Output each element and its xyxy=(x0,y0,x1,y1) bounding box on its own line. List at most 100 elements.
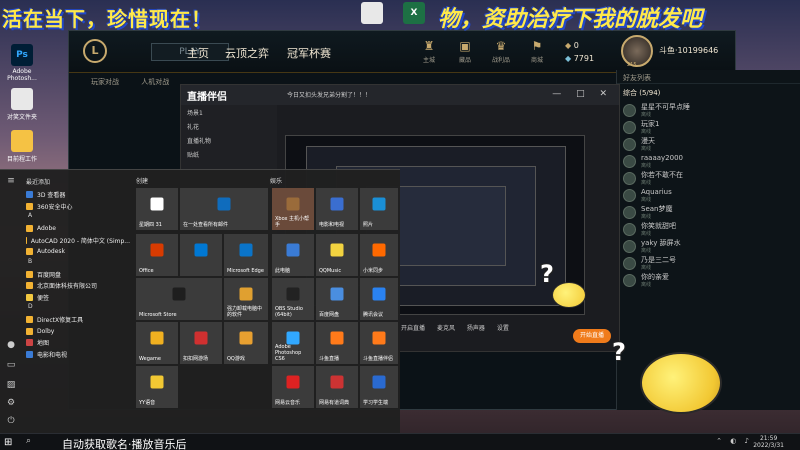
start-tile[interactable]: 学习学生端 xyxy=(360,366,398,408)
picture-icon[interactable]: ▨ xyxy=(0,380,22,400)
store-icon: ⚑ xyxy=(531,39,543,53)
windows-start-icon[interactable]: ⊞ xyxy=(4,437,12,448)
nav-home[interactable]: 主页 xyxy=(187,45,209,61)
currency-display[interactable]: ◆ 0 ◆ 7791 xyxy=(565,39,594,65)
nav-tft[interactable]: 云顶之弈 xyxy=(225,45,269,61)
loot-nav-button[interactable]: ♛ 战利品 xyxy=(487,39,515,64)
tile-icon xyxy=(330,197,344,211)
search-icon[interactable]: ⌕ xyxy=(26,436,31,446)
app-letter-header[interactable]: A xyxy=(22,212,130,223)
stream-room-title[interactable]: 今日又扣头发兄弟分割了！！！ xyxy=(287,90,371,99)
app-list-item[interactable]: DirectX修复工具 xyxy=(22,314,130,326)
user-icon[interactable]: ● xyxy=(0,340,22,360)
scene-item[interactable]: 礼花 xyxy=(181,119,277,133)
start-tile[interactable]: Microsoft Store xyxy=(136,278,222,320)
app-list-item[interactable]: Adobe xyxy=(22,223,130,235)
store-nav-button[interactable]: ⚑ 商城 xyxy=(523,39,551,64)
friend-status: 离线 xyxy=(641,179,652,186)
speaker-button[interactable]: 扬声器 xyxy=(467,325,485,332)
start-tile[interactable]: QQMusic xyxy=(316,234,358,276)
start-tile[interactable]: OBS Studio (64bit) xyxy=(272,278,314,320)
desktop-icon-photoshop[interactable]: Ps Adobe Photosh... xyxy=(2,44,42,82)
app-list-item[interactable]: 地图 xyxy=(22,337,130,349)
start-tile[interactable]: 在一处查看所有邮件 xyxy=(180,188,268,230)
start-stream-button[interactable]: 开始直播 xyxy=(573,329,611,343)
file-icon xyxy=(361,2,383,24)
collection-nav-button[interactable]: ▣ 藏品 xyxy=(451,39,479,64)
gear-icon[interactable]: ⚙ xyxy=(0,398,22,418)
app-list-item[interactable]: Dolby xyxy=(22,326,130,338)
avatar xyxy=(623,240,636,253)
system-tray[interactable]: ⌃ ◐ ♪ xyxy=(716,437,752,445)
app-letter-header[interactable]: D xyxy=(22,303,130,314)
app-list-item[interactable]: 百度网盘 xyxy=(22,269,130,281)
friend-item[interactable]: 你笑就甜吧 离线 xyxy=(617,221,800,238)
friends-header: 好友列表 xyxy=(617,70,800,84)
friend-item[interactable]: raaaay2000 离线 xyxy=(617,153,800,170)
friend-item[interactable]: 你的亲爱 离线 xyxy=(617,272,800,289)
friend-name: 漫天 xyxy=(641,136,655,145)
avatar xyxy=(623,138,636,151)
scene-item[interactable]: 贴纸 xyxy=(181,147,277,161)
start-tile[interactable]: QQ游戏 xyxy=(224,322,268,364)
friend-item[interactable]: 乃是三二号 离线 xyxy=(617,255,800,272)
desktop-icon-folder[interactable]: 对笑文件夹 xyxy=(2,88,42,121)
scene-item[interactable]: 直播礼物 xyxy=(181,133,277,147)
start-tile[interactable]: Office xyxy=(136,234,178,276)
clock[interactable]: 21:59 2022/3/31 xyxy=(753,435,784,449)
start-tile[interactable]: Adobe Photoshop CS6 xyxy=(272,322,314,364)
start-tile[interactable]: 电影和电视 xyxy=(316,188,358,230)
desktop-icon-work[interactable]: 目前程工作 xyxy=(2,130,42,163)
mic-button[interactable]: 麦克风 xyxy=(437,325,455,332)
avatar[interactable] xyxy=(621,35,653,67)
menu-icon[interactable]: ≡ xyxy=(0,176,22,196)
tab-pvp[interactable]: 玩家对战 xyxy=(91,78,119,86)
profile-nav-button[interactable]: ♜ 主城 xyxy=(415,39,443,64)
settings-button[interactable]: 设置 xyxy=(497,325,509,332)
document-icon[interactable]: ▭ xyxy=(0,360,22,380)
tile-icon xyxy=(286,331,300,345)
start-tile[interactable]: 斗鱼直播 xyxy=(316,322,358,364)
start-tile[interactable]: 此电脑 xyxy=(272,234,314,276)
app-list-item[interactable]: 北京面体科技有限公司 xyxy=(22,280,130,292)
start-tile[interactable]: 腾讯会议 xyxy=(360,278,398,320)
friend-item[interactable]: 玩家1 离线 xyxy=(617,119,800,136)
start-tile[interactable]: 强力卸载电脑中的软件 xyxy=(224,278,268,320)
friend-item[interactable]: 漫天 离线 xyxy=(617,136,800,153)
start-tile[interactable]: Wegame xyxy=(136,322,178,364)
friends-group-header[interactable]: 综合 (5/94) xyxy=(617,84,800,102)
start-tile[interactable]: 网易有道词典 xyxy=(316,366,358,408)
app-list-item[interactable]: 360安全中心 xyxy=(22,201,130,213)
friend-item[interactable]: yaky 舔屏水 离线 xyxy=(617,238,800,255)
nav-clash[interactable]: 冠军杯赛 xyxy=(287,45,331,61)
start-tile[interactable] xyxy=(180,234,222,276)
start-tile[interactable]: Microsoft Edge xyxy=(224,234,268,276)
start-tile[interactable]: 照片 xyxy=(360,188,398,230)
start-tile[interactable]: 网易云音乐 xyxy=(272,366,314,408)
start-tile[interactable]: 小米同步 xyxy=(360,234,398,276)
app-letter-header[interactable]: B xyxy=(22,258,130,269)
tab-coop[interactable]: 人机对战 xyxy=(141,78,169,86)
window-controls[interactable]: — □ ✕ xyxy=(552,89,613,99)
app-list-item[interactable]: Autodesk xyxy=(22,246,130,258)
app-list-item[interactable]: 3D 查看器 xyxy=(22,189,130,201)
friend-item[interactable]: Sean梦魔 离线 xyxy=(617,204,800,221)
desktop-icon-doc[interactable] xyxy=(352,2,392,26)
scene-item[interactable]: 场景1 xyxy=(181,105,277,119)
start-tile[interactable]: YY语音 xyxy=(136,366,178,408)
start-tile[interactable]: Xbox 主机小帮手 xyxy=(272,188,314,230)
start-tile[interactable]: 扣扣网游场 xyxy=(180,322,222,364)
start-tile[interactable]: 星期四 31 xyxy=(136,188,178,230)
start-tile[interactable]: 斗鱼直播伴侣 xyxy=(360,322,398,364)
friend-name: 乃是三二号 xyxy=(641,255,676,264)
start-tile[interactable]: 百度网盘 xyxy=(316,278,358,320)
go-live-toggle[interactable]: 开启直播 xyxy=(401,325,425,332)
friend-item[interactable]: Aquarius 离线 xyxy=(617,187,800,204)
friend-item[interactable]: 你若不敢不在 离线 xyxy=(617,170,800,187)
friend-item[interactable]: 星星不可早点睡 离线 xyxy=(617,102,800,119)
app-list-item[interactable]: AutoCAD 2020 - 简体中文 (Simp... xyxy=(22,235,130,247)
app-list-item[interactable]: 便签 xyxy=(22,292,130,304)
app-list-item[interactable]: 电影和电视 xyxy=(22,349,130,361)
desktop-icon-excel[interactable]: X xyxy=(394,2,434,26)
lol-logo-icon[interactable]: L xyxy=(83,39,107,63)
